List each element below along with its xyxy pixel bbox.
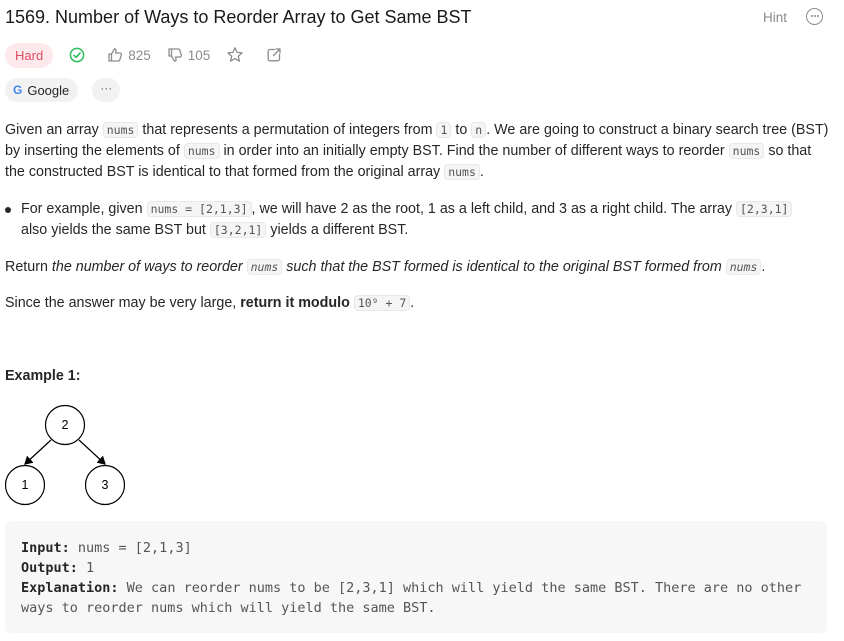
difficulty-badge: Hard xyxy=(5,42,54,68)
example-output-line: Output: 1 xyxy=(21,560,95,576)
code-nums: nums xyxy=(183,143,220,159)
code-modulo: 10⁹ + 7 xyxy=(353,295,411,311)
code-nums: nums xyxy=(725,259,762,275)
code-nums: nums xyxy=(728,143,765,159)
code-n: n xyxy=(471,122,487,138)
dislike-button[interactable]: 105 xyxy=(167,47,211,63)
tree-node-right-label: 3 xyxy=(102,478,109,492)
description-paragraph-2: Return the number of ways to reorder num… xyxy=(5,259,766,275)
example-explanation-line: Explanation: We can reorder nums to be [… xyxy=(21,580,802,616)
share-icon[interactable] xyxy=(266,47,282,63)
code-nums: nums xyxy=(444,164,480,180)
tree-edge-right xyxy=(78,439,106,465)
more-options-icon[interactable] xyxy=(806,8,823,25)
dislike-count: 105 xyxy=(187,47,211,63)
code-nums: nums xyxy=(102,122,139,138)
code-example-array: nums = [2,1,3] xyxy=(146,201,252,217)
solved-check-icon xyxy=(69,47,85,63)
code-nums: nums xyxy=(246,259,283,275)
hint-button[interactable]: Hint xyxy=(763,10,787,25)
example-input-line: Input: nums = [2,1,3] xyxy=(21,540,192,556)
tree-edge-left xyxy=(24,439,52,465)
more-tags-button[interactable]: ··· xyxy=(92,78,121,102)
description-paragraph-3: Since the answer may be very large, retu… xyxy=(5,295,415,311)
company-tags-row: G Google ··· xyxy=(5,78,121,102)
example-1-block: Input: nums = [2,1,3] Output: 1 Explanat… xyxy=(5,521,827,633)
like-count: 825 xyxy=(128,47,151,63)
example-bullet: For example, given nums = [2,1,3], we wi… xyxy=(21,199,821,241)
google-logo-icon: G xyxy=(13,83,23,97)
example-1-title: Example 1: xyxy=(5,368,81,384)
thumbs-down-icon xyxy=(168,48,182,62)
bst-tree-diagram: 2 1 3 xyxy=(4,404,126,506)
like-button[interactable]: 825 xyxy=(107,47,151,63)
tree-node-root-label: 2 xyxy=(62,418,69,432)
code-one: 1 xyxy=(436,122,452,138)
tree-node-left-label: 1 xyxy=(22,478,29,492)
problem-title: 1569. Number of Ways to Reorder Array to… xyxy=(5,7,472,27)
company-tag-label: Google xyxy=(27,82,70,98)
code-array-321: [3,2,1] xyxy=(209,222,267,238)
description-paragraph-1: Given an array nums that represents a pe… xyxy=(5,122,829,180)
favorite-star-icon[interactable] xyxy=(226,46,244,64)
code-array-231: [2,3,1] xyxy=(736,201,793,217)
problem-meta-row: Hard 825 105 xyxy=(5,42,304,68)
thumbs-up-icon xyxy=(108,48,123,62)
bullet-dot xyxy=(5,207,11,213)
company-tag-google[interactable]: G Google xyxy=(5,78,79,102)
